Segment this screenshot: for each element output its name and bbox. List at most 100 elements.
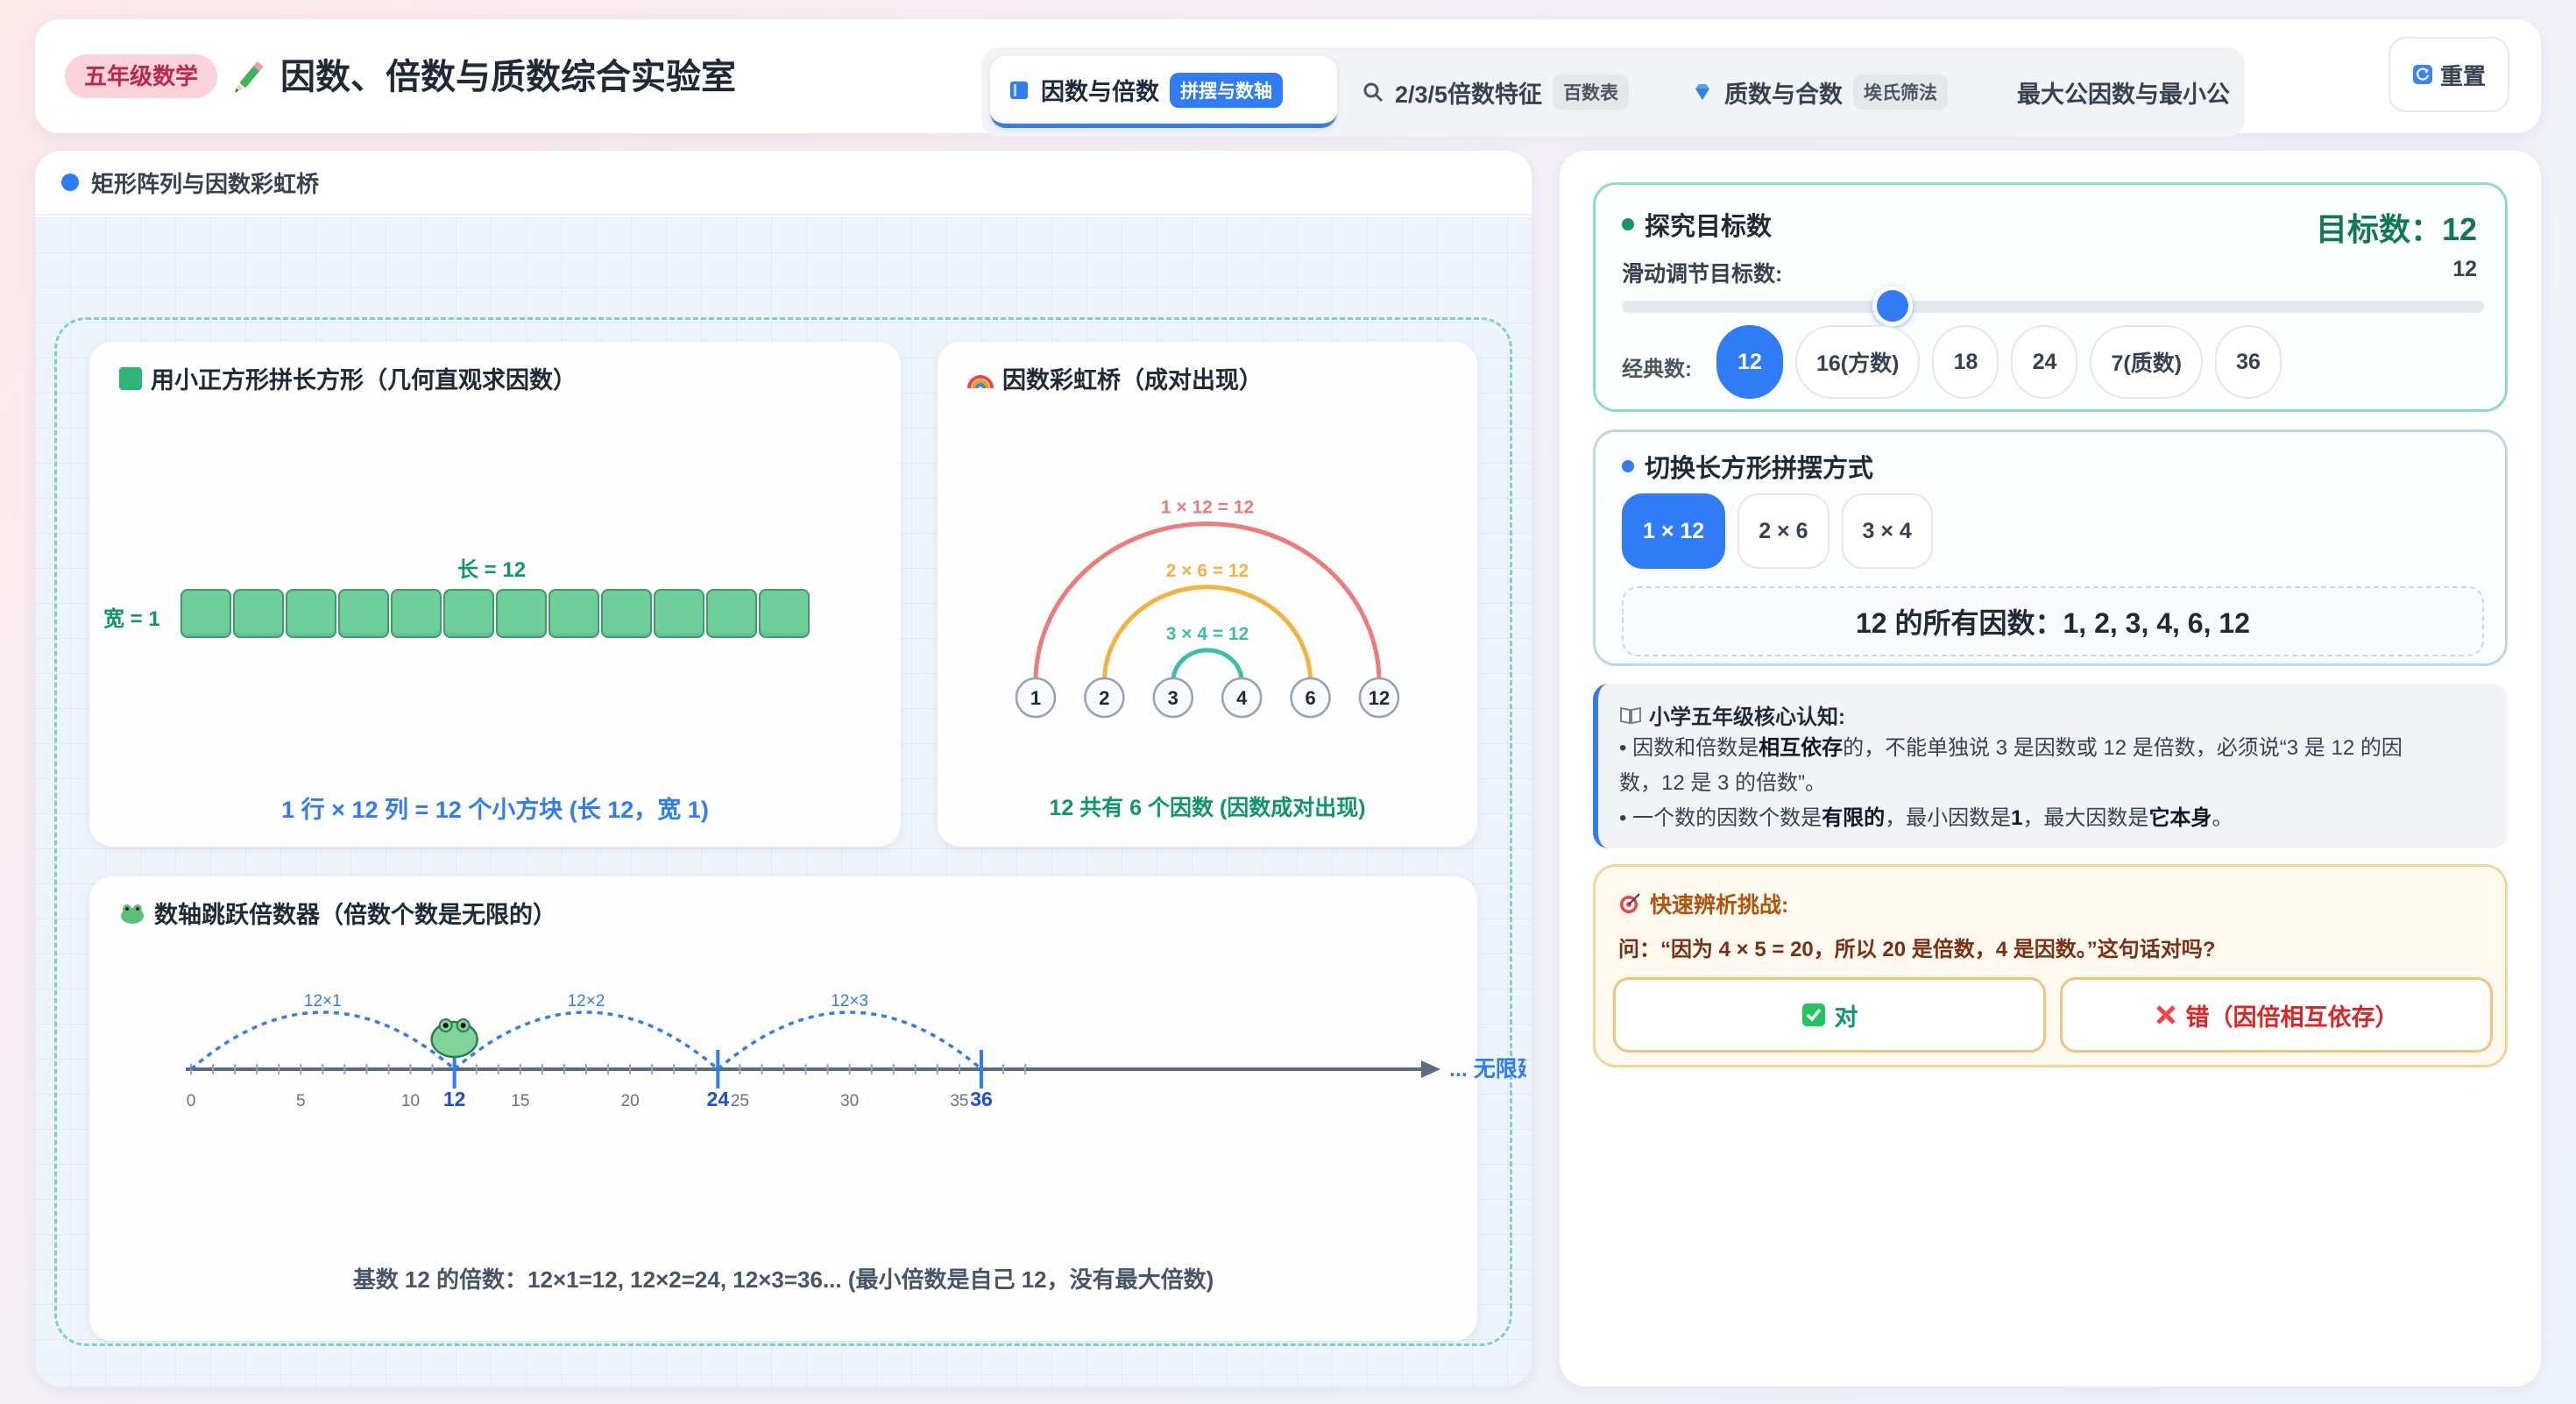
quick-quiz-card: 快速辨析挑战: 问：“因为 4 × 5 = 20，所以 20 是倍数，4 是因数…: [1593, 864, 2508, 1067]
card-title: 探究目标数: [1622, 206, 1772, 243]
tab-chip: 拼摆与数轴: [1170, 72, 1283, 108]
tab-prime-composite[interactable]: 质数与合数 埃氏筛法: [1674, 56, 1998, 128]
preset-button[interactable]: 36: [2215, 325, 2282, 399]
tab-label: 最大公因数与最小公: [2017, 81, 2230, 108]
jump-label: 12×1: [304, 992, 342, 1010]
tick-label: 10: [401, 1092, 420, 1110]
note-emphasis: 它本身: [2148, 806, 2212, 830]
arrangement-button[interactable]: 1 × 12: [1622, 493, 1726, 569]
multiple-label: 24: [707, 1088, 730, 1110]
card-title: 切换长方形拼摆方式: [1622, 448, 1873, 485]
magnifier-icon: [1363, 82, 1384, 103]
left-panel: 矩形阵列与因数彩虹桥 用小正方形拼长方形（几何直观求因数） 长 = 12 宽 =…: [35, 151, 1532, 1386]
tab-chip: 埃氏筛法: [1853, 74, 1948, 110]
slider-value: 12: [2452, 257, 2477, 281]
rectangle-array-card: 用小正方形拼长方形（几何直观求因数） 长 = 12 宽 = 1 1 行 × 12…: [89, 342, 901, 847]
answer-label: 对: [1834, 1003, 1858, 1031]
target-number-card: 探究目标数 目标数：12 滑动调节目标数: 12 经典数: 12 16(方数) 18…: [1593, 182, 2508, 412]
tick-label: 35: [950, 1092, 968, 1110]
quiz-title: 快速辨析挑战:: [1618, 888, 1788, 919]
tab-multiple-features[interactable]: 2/3/5倍数特征 百数表: [1344, 56, 1684, 128]
jump-arc: [717, 1010, 983, 1071]
card-title: 用小正方形拼长方形（几何直观求因数）: [119, 361, 577, 395]
target-slider[interactable]: [1622, 286, 2484, 326]
factor-node-label: 1: [1030, 687, 1041, 709]
note-emphasis: 相互依存: [1759, 736, 1844, 760]
factor-pair-label: 3 × 4 = 12: [1166, 624, 1249, 644]
tab-label: 2/3/5倍数特征: [1395, 81, 1543, 108]
rainbow-diagram: 1 × 12 = 122 × 6 = 123 × 4 = 121 2 3 4 6 12: [1015, 498, 1400, 719]
target-icon: [1620, 893, 1640, 913]
quiz-title-text: 快速辨析挑战:: [1650, 893, 1789, 918]
target-value: 目标数：12: [2315, 211, 2477, 247]
presets-label: 经典数:: [1622, 358, 1692, 381]
note-emphasis: 1: [2011, 806, 2023, 830]
gem-icon: [1695, 84, 1709, 100]
tick-label: 5: [296, 1092, 306, 1110]
slider-thumb[interactable]: [1872, 286, 1914, 326]
arrangement-button[interactable]: 3 × 4: [1841, 493, 1933, 569]
app-title: 因数、倍数与质数综合实验室: [230, 56, 736, 98]
arrangement-button[interactable]: 2 × 6: [1737, 493, 1829, 569]
pencil-icon: [235, 61, 263, 93]
unit-square-block: [233, 589, 284, 638]
unit-square-block: [443, 589, 494, 638]
unit-square-block: [180, 589, 231, 638]
green-dot-icon: [1622, 218, 1634, 230]
note-text: • 一个数的因数个数是: [1619, 806, 1822, 830]
unit-square-block: [548, 589, 599, 638]
refresh-icon: [2412, 65, 2432, 84]
width-label: 宽 = 1: [103, 607, 160, 631]
app-title-text: 因数、倍数与质数综合实验室: [280, 58, 736, 96]
jump-label: 12×3: [831, 992, 868, 1010]
preset-button[interactable]: 18: [1932, 325, 1999, 399]
slider-label: 滑动调节目标数:: [1622, 262, 1783, 287]
note-text: ，最大因数是: [2022, 806, 2149, 830]
top-bar: 五年级数学 因数、倍数与质数综合实验室 因数与倍数 拼摆与数轴 2/3/5倍数特…: [35, 19, 2541, 137]
answer-true-button[interactable]: 对: [1613, 977, 2046, 1053]
unit-square-block: [654, 589, 704, 638]
tick-label: 30: [840, 1092, 859, 1110]
rect-caption: 1 行 × 12 列 = 12 个小方块 (长 12，宽 1): [281, 797, 709, 823]
unit-square-block: [338, 589, 389, 638]
card-title-text: 探究目标数: [1645, 213, 1773, 241]
tick-label: 25: [731, 1092, 749, 1110]
factor-pair-arc: [1171, 648, 1244, 683]
infinite-label: ... 无限延伸: [1449, 1057, 1526, 1081]
answer-label: 错（因倍相互依存）: [2185, 1003, 2399, 1031]
tab-factors-multiples[interactable]: 因数与倍数 拼摆与数轴: [990, 56, 1337, 128]
axis-arrow: [1421, 1060, 1440, 1078]
factor-rainbow-card: 因数彩虹桥（成对出现） 1 × 12 = 12 2 × 6 = 12 3 × 4 =…: [938, 342, 1477, 847]
note-title-text: 小学五年级核心认知:: [1649, 706, 1845, 729]
tab-label: 质数与合数: [1724, 81, 1843, 108]
reset-button[interactable]: 重置: [2388, 37, 2509, 112]
all-factors-display: 12 的所有因数：1, 2, 3, 4, 6, 12: [1622, 586, 2484, 656]
factor-node-label: 3: [1168, 687, 1178, 709]
note-text: • 因数和倍数是: [1619, 736, 1759, 760]
preset-button[interactable]: 12: [1716, 325, 1783, 399]
factor-node-label: 4: [1236, 687, 1248, 709]
tick-label: 15: [511, 1092, 529, 1110]
tab-gcd-lcm[interactable]: 最大公因数与最小公: [1989, 56, 2245, 128]
jump-arc: [453, 1010, 719, 1071]
preset-button[interactable]: 16(方数): [1795, 325, 1921, 399]
factor-pair-arc: [1033, 521, 1382, 683]
card-title-text: 切换长方形拼摆方式: [1645, 455, 1874, 483]
preset-button[interactable]: 7(质数): [2090, 325, 2204, 399]
grade-badge: 五年级数学: [65, 54, 218, 98]
jump-label: 12×2: [568, 992, 605, 1010]
preset-button[interactable]: 24: [2011, 325, 2078, 399]
tick-label: 0: [187, 1092, 196, 1110]
note-line-2: 数，12 是 3 的倍数”。: [1619, 771, 1827, 795]
note-text: ，最小因数是: [1885, 806, 2012, 830]
answer-false-button[interactable]: 错（因倍相互依存）: [2060, 977, 2493, 1053]
tab-bar: 因数与倍数 拼摆与数轴 2/3/5倍数特征 百数表 质数与合数 埃氏筛法 最大公…: [981, 47, 2245, 137]
factor-node-label: 6: [1305, 687, 1315, 709]
blue-dot-icon: [1622, 460, 1634, 472]
note-title: 小学五年级核心认知:: [1619, 699, 1845, 730]
arrangement-options: 1 × 12 2 × 63 × 4: [1622, 493, 1933, 569]
factor-pair-label: 1 × 12 = 12: [1161, 498, 1254, 518]
note-line-1: • 因数和倍数是相互依存的，不能单独说 3 是因数或 12 是倍数，必须说“3 …: [1619, 731, 2495, 766]
multiple-label: 12: [443, 1088, 466, 1110]
note-text: 的，不能单独说 3 是因数或 12 是倍数，必须说“3 是 12 的因: [1843, 736, 2403, 760]
